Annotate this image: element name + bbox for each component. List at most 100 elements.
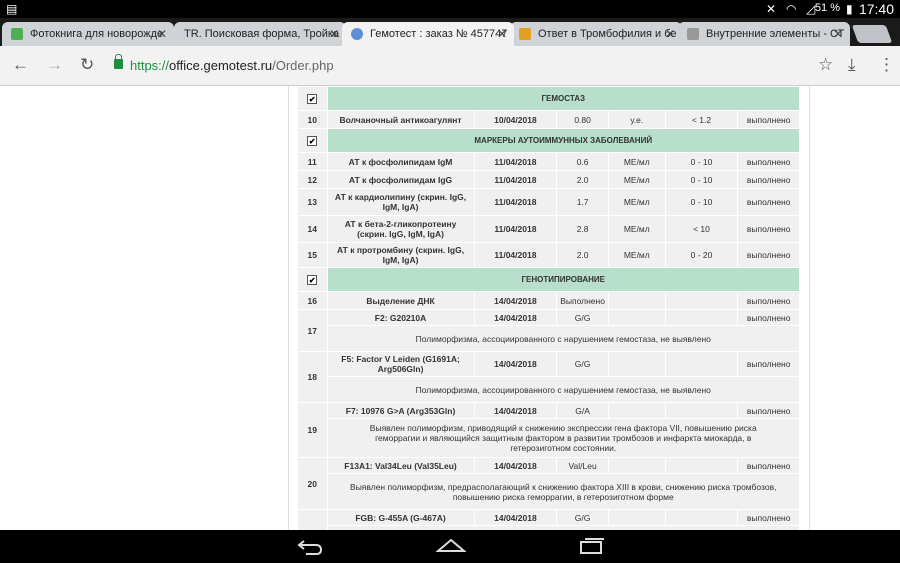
forward-icon[interactable]: → [46, 55, 63, 75]
test-reference: 0 - 10 [664, 152, 739, 171]
test-value: G/G [556, 309, 609, 326]
test-name: АТ к бета-2-гликопротеину (скрин. IgG, I… [326, 215, 475, 243]
test-name: FGB: G-455A (G-467A) [326, 509, 475, 526]
tab-close-icon[interactable]: ✕ [833, 22, 843, 46]
menu-icon[interactable]: ⋮ [878, 55, 895, 75]
test-name: F7: 10976 G>A (Arg353Gln) [326, 402, 475, 419]
test-unit: МЕ/мл [607, 242, 666, 268]
test-name: АТ к фосфолипидам IgM [326, 152, 475, 171]
checkbox-icon: ✔ [307, 93, 318, 104]
order-results: ✔ ГЕМОСТАЗ 10 Волчаночный антикоагулянт … [288, 86, 810, 530]
test-status: выполнено [737, 110, 800, 129]
test-date: 11/04/2018 [473, 152, 558, 171]
recents-nav-icon[interactable] [578, 537, 606, 555]
test-status: выполнено [737, 242, 800, 268]
download-icon[interactable]: ⤓ [848, 55, 856, 75]
test-reference: < 1.2 [664, 110, 739, 129]
clock: 17:40 [858, 1, 894, 17]
test-value: 2.0 [556, 170, 609, 189]
test-comment: Выявлен полиморфизм, предрасполагающий к… [326, 473, 800, 510]
note-row: Выявлен полиморфизм, приводящий к снижен… [298, 418, 800, 458]
url-text: https://office.gemotest.ru/Order.php [130, 58, 334, 73]
test-status: выполнено [737, 309, 800, 326]
back-icon[interactable]: ← [12, 55, 29, 75]
tab-favicon-icon [351, 28, 363, 40]
test-date: 14/04/2018 [473, 351, 558, 377]
test-date: 11/04/2018 [473, 215, 558, 243]
browser-toolbar: ← → ↻ https://office.gemotest.ru/Order.p… [0, 46, 900, 86]
test-value: 1.7 [556, 188, 609, 216]
test-status: выполнено [737, 457, 800, 474]
table-row: 12 АТ к фосфолипидам IgG 11/04/2018 2.0 … [297, 170, 800, 189]
test-name: F5: Factor V Leiden (G1691A; Arg506Gln) [326, 351, 475, 377]
test-reference: < 10 [664, 215, 739, 243]
test-unit [607, 351, 666, 377]
test-comment: Полиморфизма, ассоциированного с нарушен… [326, 376, 800, 403]
test-name: F2: G20210A [326, 309, 475, 326]
tab-title: Гемотест : заказ № 457747 [370, 28, 508, 40]
android-status-bar: ▤ ✕ ◠ ◿ 51 % ▮ 17:40 [0, 0, 900, 18]
test-status: выполнено [737, 291, 800, 310]
test-status: выполнено [737, 509, 800, 526]
test-reference [664, 291, 739, 310]
notification-icon: ▤ [6, 2, 18, 16]
home-nav-icon[interactable] [436, 537, 466, 555]
tab-title: Внутренние элементы - СТ [706, 28, 845, 40]
tab-title: TR. Поисковая форма, Тройка [184, 28, 340, 40]
test-unit: у.е. [607, 110, 666, 129]
test-status: выполнено [737, 351, 800, 377]
row-number: 19 [297, 402, 328, 458]
tab-fotokniga[interactable]: Фотокнига для новорожде ✕ [2, 22, 174, 46]
lock-icon [114, 54, 123, 69]
test-date: 11/04/2018 [473, 188, 558, 216]
test-unit [607, 291, 666, 310]
test-name: АТ к фосфолипидам IgG [326, 170, 475, 189]
test-value: G/A [556, 402, 609, 419]
web-page: ✔ ГЕМОСТАЗ 10 Волчаночный антикоагулянт … [0, 86, 900, 530]
test-status: выполнено [737, 188, 800, 216]
table-row: 16 Выделение ДНК 14/04/2018 Выполнено вы… [297, 291, 800, 310]
tab-gemotest[interactable]: Гемотест : заказ № 457747 ✕ [342, 22, 514, 46]
section-checkbox[interactable]: ✔ [297, 128, 328, 153]
section-checkbox[interactable]: ✔ [297, 86, 328, 111]
android-nav-bar [0, 530, 900, 563]
test-date: 11/04/2018 [473, 170, 558, 189]
section-title: ГЕМОСТАЗ [326, 86, 800, 111]
test-reference [664, 351, 739, 377]
test-date: 14/04/2018 [473, 509, 558, 526]
back-nav-icon[interactable] [296, 537, 324, 555]
test-reference [664, 309, 739, 326]
section-title: ГЕНОТИПИРОВАНИЕ [326, 267, 800, 292]
test-reference: 0 - 10 [664, 170, 739, 189]
test-unit: МЕ/мл [607, 215, 666, 243]
tab-close-icon[interactable]: ✕ [157, 22, 167, 46]
address-bar[interactable]: https://office.gemotest.ru/Order.php [106, 54, 846, 78]
test-status: выполнено [737, 152, 800, 171]
bookmark-star-icon[interactable]: ☆ [818, 55, 833, 75]
checkbox-icon: ✔ [307, 274, 318, 285]
tab-title: Ответ в Тромбофилия и бе [538, 28, 677, 40]
table-row: 10 Волчаночный антикоагулянт 10/04/2018 … [297, 110, 800, 129]
results-table: ✔ ГЕМОСТАЗ 10 Волчаночный антикоагулянт … [297, 86, 800, 530]
row-number: 14 [297, 215, 328, 243]
tab-close-icon[interactable]: ✕ [329, 22, 339, 46]
test-unit [607, 309, 666, 326]
reload-icon[interactable]: ↻ [80, 55, 94, 75]
tab-close-icon[interactable]: ✕ [497, 22, 507, 46]
tab-troika[interactable]: TR. Поисковая форма, Тройка ✕ [174, 22, 346, 46]
test-unit: МЕ/мл [607, 170, 666, 189]
row-number: 17 [297, 309, 328, 352]
tab-close-icon[interactable]: ✕ [665, 22, 675, 46]
test-date: 14/04/2018 [473, 402, 558, 419]
test-unit: МЕ/мл [607, 188, 666, 216]
section-checkbox[interactable]: ✔ [297, 267, 328, 292]
new-tab-button[interactable] [851, 25, 893, 43]
tab-trombofilia[interactable]: Ответ в Тромбофилия и бе ✕ [510, 22, 682, 46]
test-status: выполнено [737, 170, 800, 189]
table-row: 14 АТ к бета-2-гликопротеину (скрин. IgG… [297, 215, 800, 243]
test-name: F13A1: Val34Leu (Val35Leu) [326, 457, 475, 474]
table-row: 15 АТ к протромбину (скрин. IgG, IgM, Ig… [297, 242, 800, 268]
table-row: 21 FGB: G-455A (G-467A) 14/04/2018 G/G в… [297, 509, 800, 530]
test-reference: 0 - 10 [664, 188, 739, 216]
tab-elements[interactable]: Внутренние элементы - СТ ✕ [678, 22, 850, 46]
